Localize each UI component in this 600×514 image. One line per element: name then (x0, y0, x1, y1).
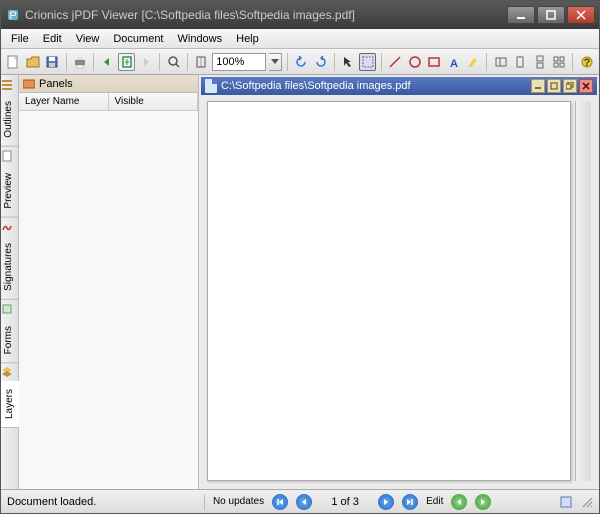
status-corner-icon (559, 495, 573, 509)
vtab-icon-preview (1, 147, 18, 165)
open-button[interactable] (25, 53, 42, 71)
titlebar[interactable]: P Crionics jPDF Viewer [C:\Softpedia fil… (1, 1, 599, 29)
pointer-tool-button[interactable] (340, 53, 357, 71)
panels-title: Panels (39, 78, 73, 90)
col-layer-name[interactable]: Layer Name (19, 93, 109, 110)
nav-back-button[interactable] (99, 53, 116, 71)
zoom-input[interactable] (212, 53, 266, 71)
document-area: C:\Softpedia files\Softpedia images.pdf (199, 75, 599, 489)
menu-document[interactable]: Document (107, 31, 169, 47)
last-page-button[interactable] (402, 494, 418, 510)
continuous-button[interactable] (531, 53, 548, 71)
vtab-icon-signatures (1, 217, 18, 235)
bookmark-button[interactable] (492, 53, 509, 71)
window-title: Crionics jPDF Viewer [C:\Softpedia files… (25, 8, 507, 22)
statusbar: Document loaded. No updates 1 of 3 Edit (1, 489, 599, 513)
side-tabs: Outlines Preview Signatures Forms Layers (1, 75, 19, 489)
vertical-scrollbar[interactable] (575, 101, 591, 481)
doc-restore-button[interactable] (563, 79, 577, 93)
circle-annot-button[interactable] (406, 53, 423, 71)
zoom-dropdown[interactable] (269, 53, 282, 71)
grid-button[interactable] (551, 53, 568, 71)
layers-table-body[interactable] (19, 111, 198, 489)
tab-preview[interactable]: Preview (1, 165, 18, 218)
document-tab-title: C:\Softpedia files\Softpedia images.pdf (221, 80, 411, 92)
menu-view[interactable]: View (70, 31, 106, 47)
panels-header: Panels (19, 75, 198, 93)
rotate-ccw-button[interactable] (293, 53, 310, 71)
document-tab-icon (205, 79, 217, 93)
page-indicator: 1 of 3 (320, 496, 370, 508)
pdf-page[interactable] (207, 101, 571, 481)
first-page-button[interactable] (272, 494, 288, 510)
nav-forward-button[interactable] (138, 53, 155, 71)
menu-file[interactable]: File (5, 31, 35, 47)
tab-outlines[interactable]: Outlines (1, 93, 18, 147)
line-annot-button[interactable] (387, 53, 404, 71)
status-message: Document loaded. (7, 496, 136, 508)
svg-text:A: A (450, 58, 458, 69)
window-controls (507, 6, 595, 24)
go-back-button[interactable] (451, 494, 467, 510)
rotate-cw-button[interactable] (312, 53, 329, 71)
zoom-tool-button[interactable] (165, 53, 182, 71)
tab-signatures[interactable]: Signatures (1, 235, 18, 300)
vtab-icon-forms (1, 300, 18, 318)
panels-icon (23, 78, 35, 90)
menu-help[interactable]: Help (230, 31, 265, 47)
svg-text:?: ? (583, 57, 590, 69)
new-button[interactable] (5, 53, 22, 71)
next-page-button[interactable] (378, 494, 394, 510)
main-window: P Crionics jPDF Viewer [C:\Softpedia fil… (0, 0, 600, 514)
updates-label: No updates (213, 496, 264, 507)
doc-minimize-button[interactable] (531, 79, 545, 93)
col-visible[interactable]: Visible (109, 93, 199, 110)
minimize-button[interactable] (507, 6, 535, 24)
maximize-button[interactable] (537, 6, 565, 24)
layers-table-header: Layer Name Visible (19, 93, 198, 111)
help-button[interactable]: ? (578, 53, 595, 71)
rect-annot-button[interactable] (426, 53, 443, 71)
tab-forms[interactable]: Forms (1, 318, 18, 363)
fit-toggle-button[interactable] (118, 53, 135, 71)
doc-close-button[interactable] (579, 79, 593, 93)
go-forward-button[interactable] (475, 494, 491, 510)
document-titlebar[interactable]: C:\Softpedia files\Softpedia images.pdf (201, 77, 597, 95)
vtab-icon-layers (1, 363, 18, 381)
print-button[interactable] (71, 53, 88, 71)
panels-sidebar: Panels Layer Name Visible (19, 75, 199, 489)
save-button[interactable] (44, 53, 61, 71)
single-page-button[interactable] (512, 53, 529, 71)
close-button[interactable] (567, 6, 595, 24)
edit-label[interactable]: Edit (426, 496, 443, 507)
actual-size-button[interactable] (193, 53, 210, 71)
menubar: File Edit View Document Windows Help (1, 29, 599, 49)
vtab-icon-outlines (1, 75, 18, 93)
page-viewport[interactable] (201, 95, 597, 487)
text-annot-button[interactable]: A (445, 53, 462, 71)
doc-maximize-button[interactable] (547, 79, 561, 93)
menu-windows[interactable]: Windows (172, 31, 229, 47)
app-icon: P (5, 7, 21, 23)
resize-grip-icon[interactable] (581, 496, 593, 508)
toolbar: A ? (1, 49, 599, 75)
content-area: Outlines Preview Signatures Forms Layers… (1, 75, 599, 489)
highlight-annot-button[interactable] (465, 53, 482, 71)
menu-edit[interactable]: Edit (37, 31, 68, 47)
select-tool-button[interactable] (359, 53, 376, 71)
svg-text:P: P (9, 10, 16, 22)
tab-layers[interactable]: Layers (1, 381, 19, 428)
prev-page-button[interactable] (296, 494, 312, 510)
